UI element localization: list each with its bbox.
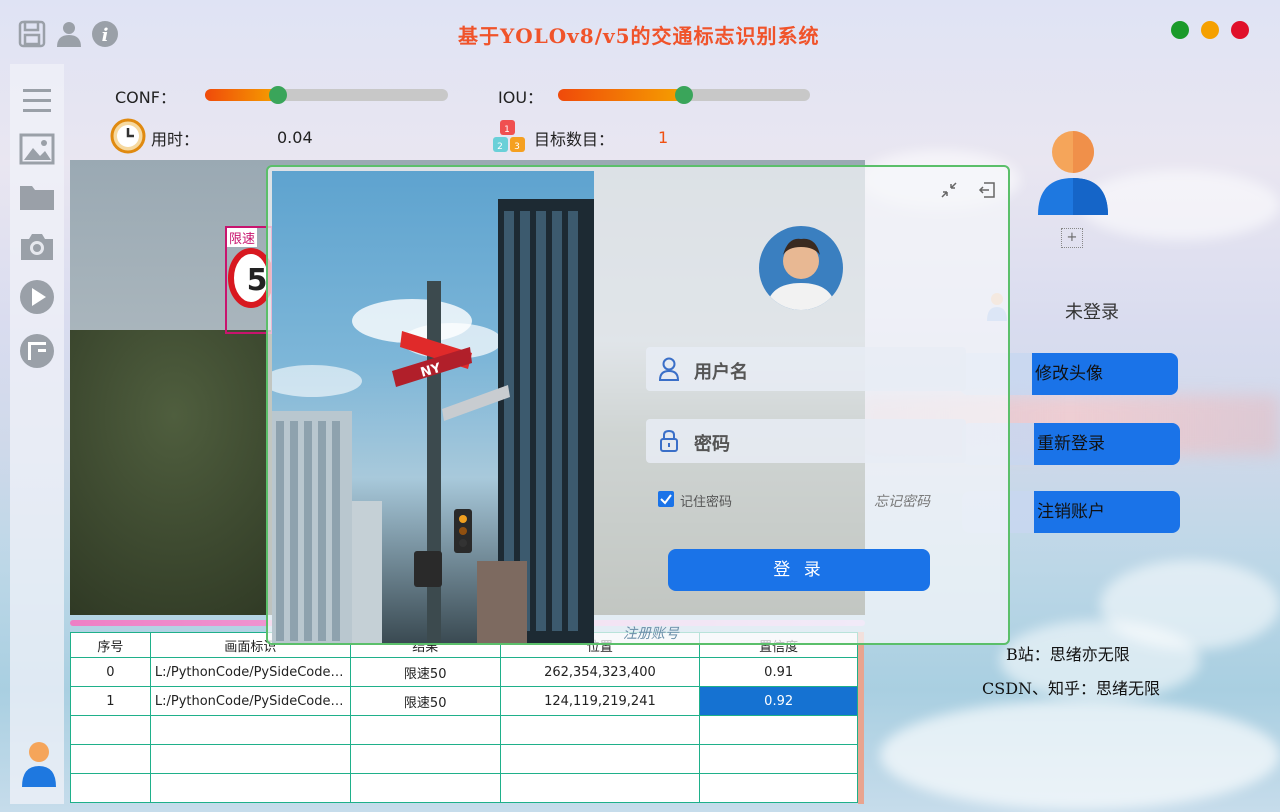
cell-confidence[interactable] — [699, 773, 858, 803]
time-label: 用时： — [151, 130, 200, 149]
cell-position[interactable] — [499, 715, 701, 745]
table-row[interactable] — [70, 744, 858, 774]
iou-slider-handle[interactable] — [675, 86, 693, 104]
register-link[interactable]: 注册账号 — [623, 623, 679, 643]
cell-result[interactable]: 限速50 — [349, 686, 501, 716]
csdn-credit: CSDN、知乎：思绪无限 — [982, 679, 1161, 698]
cell-result[interactable] — [349, 773, 501, 803]
clock-icon — [110, 118, 146, 154]
cell-index[interactable] — [70, 744, 151, 774]
conf-slider-fill — [205, 89, 278, 101]
username-placeholder: 用户名 — [694, 362, 748, 383]
table-scrollbar[interactable] — [858, 632, 864, 804]
model-icon[interactable] — [18, 332, 56, 370]
svg-text:2: 2 — [497, 142, 503, 152]
table-row[interactable] — [70, 715, 858, 745]
cell-confidence[interactable] — [699, 744, 858, 774]
table-row[interactable]: 0 L:/PythonCode/PySideCode/... 限速50 262,… — [70, 657, 858, 687]
city-photo: NY — [272, 171, 594, 643]
cell-result[interactable]: 限速50 — [349, 657, 501, 687]
cell-position[interactable] — [499, 744, 701, 774]
image-icon[interactable] — [18, 130, 56, 168]
cell-position[interactable]: 262,354,323,400 — [499, 657, 701, 687]
count-value: 1 — [658, 128, 669, 147]
cell-position[interactable] — [499, 773, 701, 803]
cell-index[interactable]: 0 — [70, 657, 151, 687]
maximize-button[interactable] — [1171, 21, 1189, 39]
cell-result[interactable] — [349, 715, 501, 745]
login-avatar — [759, 226, 843, 310]
lock-icon — [660, 429, 678, 452]
cell-index[interactable]: 1 — [70, 686, 151, 716]
password-placeholder: 密码 — [694, 434, 730, 455]
username-icon — [658, 357, 680, 381]
cell-index[interactable] — [70, 715, 151, 745]
table-row[interactable]: 1 L:/PythonCode/PySideCode/... 限速50 124,… — [70, 686, 858, 716]
col-header-index[interactable]: 序号 — [70, 632, 151, 658]
bilibili-credit: B站：思绪亦无限 — [1006, 645, 1130, 664]
cell-index[interactable] — [70, 773, 151, 803]
conf-label: CONF： — [115, 88, 176, 107]
user-icon[interactable] — [56, 20, 82, 48]
login-button[interactable]: 登 录 — [668, 549, 930, 591]
account-avatar-icon — [1038, 131, 1108, 215]
close-button[interactable] — [1231, 21, 1249, 39]
cell-confidence-selected[interactable]: 0.92 — [699, 686, 858, 716]
time-value: 0.04 — [277, 128, 313, 147]
iou-label: IOU： — [498, 88, 544, 107]
svg-text:3: 3 — [514, 142, 520, 152]
iou-slider-fill — [558, 89, 684, 101]
minimize-dialog-icon[interactable] — [940, 181, 958, 199]
save-icon[interactable] — [18, 20, 46, 48]
folder-icon[interactable] — [18, 178, 56, 216]
dice-icon: 1 2 3 — [493, 120, 525, 152]
cell-source[interactable] — [149, 744, 351, 774]
cell-source[interactable] — [149, 715, 351, 745]
play-icon[interactable] — [18, 278, 56, 316]
svg-text:i: i — [102, 25, 109, 46]
conf-slider-handle[interactable] — [268, 86, 287, 104]
cell-confidence[interactable]: 0.91 — [699, 657, 858, 687]
table-row[interactable] — [70, 773, 858, 803]
login-status: 未登录 — [1065, 302, 1119, 323]
count-label: 目标数目： — [534, 130, 615, 149]
cell-source[interactable] — [149, 773, 351, 803]
camera-icon[interactable] — [18, 228, 56, 266]
forgot-password-link[interactable]: 忘记密码 — [874, 491, 930, 511]
cell-source[interactable]: L:/PythonCode/PySideCode/... — [149, 686, 351, 716]
results-table: 序号 画面标识 结果 位置 置信度 0 L:/PythonCode/PySide… — [70, 632, 858, 803]
minimize-button[interactable] — [1201, 21, 1219, 39]
conf-slider[interactable] — [205, 86, 448, 104]
remember-checkbox[interactable] — [658, 491, 674, 507]
exit-dialog-icon[interactable] — [978, 181, 996, 199]
menu-icon[interactable] — [18, 82, 56, 120]
detection-label: 限速 — [227, 228, 258, 247]
info-icon[interactable]: i — [91, 20, 119, 48]
remember-label[interactable]: 记住密码 — [680, 491, 732, 510]
username-input[interactable]: 用户名 — [646, 347, 966, 391]
cell-source[interactable]: L:/PythonCode/PySideCode/... — [149, 657, 351, 687]
svg-text:5: 5 — [247, 263, 268, 298]
profile-avatar-icon[interactable] — [20, 740, 58, 788]
password-input[interactable]: 密码 — [646, 419, 966, 463]
svg-text:1: 1 — [504, 125, 510, 135]
app-title: 基于YOLOv8/v5的交通标志识别系统 — [458, 24, 820, 48]
login-dialog: NY 用户名 密码 记住密码 忘记密码 登 录 注册账号 — [266, 165, 1010, 645]
add-avatar-button[interactable]: + — [1061, 228, 1083, 248]
sidebar — [10, 64, 64, 804]
cell-confidence[interactable] — [699, 715, 858, 745]
cell-result[interactable] — [349, 744, 501, 774]
checkmark-icon — [660, 494, 672, 505]
iou-slider[interactable] — [558, 86, 810, 104]
cell-position[interactable]: 124,119,219,241 — [499, 686, 701, 716]
